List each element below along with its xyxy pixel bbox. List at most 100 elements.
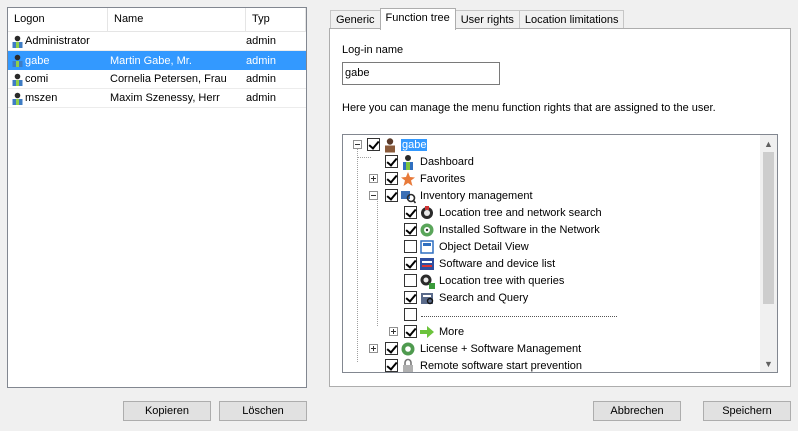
tree-node-label: Remote software start prevention	[420, 359, 583, 372]
detail-view-icon	[420, 239, 434, 254]
tree-node-label: Software and device list	[439, 257, 556, 270]
tree-checkbox[interactable]	[404, 274, 417, 287]
function-tree[interactable]: gabe Dashboard Favorites Inventory manag…	[342, 134, 778, 373]
user-list[interactable]: Logon Name Typ Administrator admin gabe …	[7, 7, 307, 388]
tree-node-installed-software[interactable]: Installed Software in the Network	[404, 221, 601, 238]
tab-strip: Generic Function tree User rights Locati…	[330, 8, 625, 30]
query-tree-icon	[420, 274, 435, 289]
delete-button[interactable]: Löschen	[219, 401, 307, 421]
expand-toggle[interactable]	[389, 327, 398, 336]
user-type: admin	[246, 92, 276, 104]
login-name-field[interactable]: gabe	[342, 62, 500, 85]
tree-node-label: Dashboard	[420, 155, 474, 168]
user-icon	[385, 137, 395, 152]
tree-checkbox[interactable]	[385, 359, 398, 372]
user-list-header: Logon Name Typ	[8, 8, 306, 32]
user-logon: comi	[25, 73, 49, 85]
tab-user-rights[interactable]: User rights	[454, 10, 520, 29]
tree-node-label: Location tree with queries	[439, 274, 565, 287]
user-type: admin	[246, 54, 276, 67]
tree-checkbox[interactable]	[404, 206, 417, 219]
tree-node-gabe[interactable]: gabe	[353, 136, 428, 153]
tree-node-label: License + Software Management	[420, 342, 582, 355]
user-logon: Administrator	[25, 35, 90, 47]
cancel-button[interactable]: Abbrechen	[593, 401, 681, 421]
tree-node-software-device-list[interactable]: Software and device list	[404, 255, 556, 272]
user-name: Martin Gabe, Mr.	[110, 54, 192, 67]
user-icon	[12, 73, 23, 86]
tree-node-license-software-management[interactable]: License + Software Management	[369, 340, 582, 357]
tree-node-label: Favorites	[420, 172, 466, 185]
user-icon	[12, 35, 23, 48]
column-header-typ[interactable]: Typ	[246, 8, 306, 31]
tree-checkbox[interactable]	[404, 240, 417, 253]
expand-toggle[interactable]	[369, 174, 378, 183]
network-search-icon	[421, 205, 433, 219]
tree-node-location-tree-network-search[interactable]: Location tree and network search	[404, 204, 603, 221]
tree-checkbox[interactable]	[385, 342, 398, 355]
user-icon	[12, 92, 23, 105]
login-name-label: Log-in name	[342, 44, 404, 56]
column-header-name[interactable]: Name	[108, 8, 246, 31]
tree-node-favorites[interactable]: Favorites	[369, 170, 466, 187]
user-row-mszen[interactable]: mszen Maxim Szenessy, Herr admin	[8, 89, 306, 108]
arrow-right-icon	[420, 325, 434, 338]
tree-checkbox[interactable]	[385, 189, 398, 202]
function-tree-panel: Log-in name gabe Here you can manage the…	[329, 28, 791, 387]
tree-scrollbar[interactable]: ▲ ▼	[760, 135, 777, 372]
tree-checkbox[interactable]	[404, 223, 417, 236]
dashboard-icon	[403, 154, 413, 170]
tree-checkbox[interactable]	[404, 325, 417, 338]
tab-generic[interactable]: Generic	[330, 10, 381, 29]
tree-node-label: Search and Query	[439, 291, 529, 304]
tab-location-limitations[interactable]: Location limitations	[518, 10, 625, 29]
search-query-icon	[421, 292, 434, 304]
tree-checkbox[interactable]	[385, 172, 398, 185]
tree-node-search-query[interactable]: Search and Query	[404, 289, 529, 306]
tree-node-label: Inventory management	[420, 189, 533, 202]
tree-checkbox[interactable]	[404, 308, 417, 321]
user-logon: gabe	[25, 54, 50, 67]
tree-node-label: More	[439, 325, 465, 338]
user-name: Maxim Szenessy, Herr	[110, 92, 220, 104]
tree-checkbox[interactable]	[404, 291, 417, 304]
tree-node-more[interactable]: More	[389, 323, 465, 340]
scrollbar-thumb[interactable]	[763, 152, 774, 304]
user-type: admin	[246, 35, 276, 47]
copy-button[interactable]: Kopieren	[123, 401, 211, 421]
tree-node-location-tree-queries[interactable]: Location tree with queries	[404, 272, 565, 289]
tree-node-object-detail-view[interactable]: Object Detail View	[404, 238, 530, 255]
collapse-toggle[interactable]	[353, 140, 362, 149]
separator-line	[421, 316, 617, 317]
favorites-star-icon	[401, 171, 415, 186]
column-header-logon[interactable]: Logon	[8, 8, 108, 31]
tree-checkbox[interactable]	[404, 257, 417, 270]
tree-checkbox[interactable]	[367, 138, 380, 151]
tree-checkbox[interactable]	[385, 155, 398, 168]
tree-node-label: Object Detail View	[439, 240, 529, 253]
user-logon: mszen	[25, 92, 58, 104]
user-icon	[12, 54, 23, 67]
user-name: Cornelia Petersen, Frau	[110, 73, 227, 85]
software-disc-icon	[420, 223, 434, 236]
scroll-up-icon[interactable]: ▲	[760, 135, 777, 152]
tree-node-label: Location tree and network search	[439, 206, 602, 219]
device-list-icon	[420, 257, 434, 270]
save-button[interactable]: Speichern	[703, 401, 791, 421]
tree-node-separator[interactable]	[404, 306, 617, 323]
tree-node-inventory-management[interactable]: Inventory management	[369, 187, 534, 204]
user-row-comi[interactable]: comi Cornelia Petersen, Frau admin	[8, 70, 306, 89]
inventory-icon	[401, 190, 416, 203]
tree-node-remote-software-start-prevention[interactable]: Remote software start prevention	[385, 357, 583, 372]
tree-node-dashboard[interactable]: Dashboard	[385, 153, 475, 170]
user-type: admin	[246, 73, 276, 85]
user-row-administrator[interactable]: Administrator admin	[8, 32, 306, 51]
tab-function-tree[interactable]: Function tree	[379, 8, 456, 30]
tree-connector-line	[377, 201, 378, 326]
expand-toggle[interactable]	[369, 344, 378, 353]
collapse-toggle[interactable]	[369, 191, 378, 200]
tree-node-label: gabe	[401, 138, 428, 151]
scroll-down-icon[interactable]: ▼	[760, 355, 777, 372]
user-row-gabe[interactable]: gabe Martin Gabe, Mr. admin	[8, 51, 306, 70]
function-rights-description: Here you can manage the menu function ri…	[342, 102, 716, 114]
